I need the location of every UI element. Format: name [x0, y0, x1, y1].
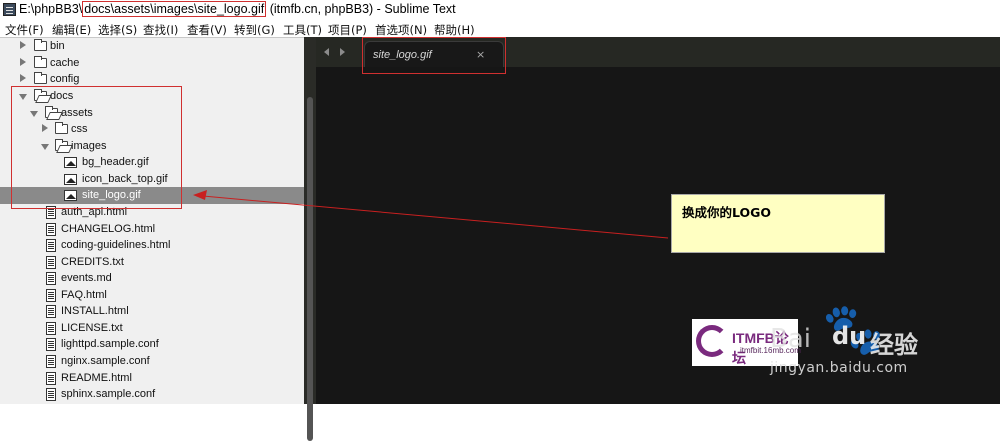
tree-file-license[interactable]: LICENSE.txt — [0, 320, 304, 337]
title-path-prefix: E:\phpBB3\ — [19, 2, 83, 16]
sublime-app-icon — [3, 3, 16, 16]
tree-file-events[interactable]: events.md — [0, 270, 304, 287]
tree-label: cache — [50, 57, 80, 69]
tree-label: events.md — [61, 272, 112, 284]
tree-file-credits[interactable]: CREDITS.txt — [0, 254, 304, 271]
document-file-icon — [46, 372, 56, 385]
tree-file-readme[interactable]: README.html — [0, 370, 304, 387]
document-file-icon — [46, 289, 56, 302]
tree-file-lighttpd-conf[interactable]: lighttpd.sample.conf — [0, 336, 304, 353]
tree-label: LICENSE.txt — [61, 322, 123, 334]
document-file-icon — [46, 305, 56, 318]
baidu-bai: Bai — [770, 324, 811, 354]
sidebar-scrollbar[interactable] — [304, 37, 316, 441]
callout-text: 换成你的LOGO — [682, 205, 772, 220]
tree-label: bin — [50, 40, 65, 52]
document-file-icon — [46, 388, 56, 401]
baidu-du: du — [832, 322, 867, 350]
tree-folder-cache[interactable]: cache — [0, 55, 304, 72]
baidu-jingyan-watermark: 🐾 Bai du 经验 jingyan.baidu.com — [770, 300, 1000, 390]
tree-label: CREDITS.txt — [61, 256, 124, 268]
tree-label: README.html — [61, 372, 132, 384]
menu-help[interactable]: 帮助(H) — [434, 22, 475, 38]
baidu-jingyan-text: 经验 — [870, 331, 918, 359]
document-file-icon — [46, 355, 56, 368]
chevron-right-icon[interactable] — [20, 74, 26, 82]
menu-find[interactable]: 查找(I) — [143, 22, 178, 38]
document-file-icon — [46, 256, 56, 269]
tree-file-coding-guidelines[interactable]: coding-guidelines.html — [0, 237, 304, 254]
document-file-icon — [46, 239, 56, 252]
document-file-icon — [46, 272, 56, 285]
tree-label: lighttpd.sample.conf — [61, 338, 159, 350]
tab-scroll-left-icon[interactable] — [324, 48, 329, 56]
tree-label: INSTALL.html — [61, 305, 129, 317]
tree-file-nginx-conf[interactable]: nginx.sample.conf — [0, 353, 304, 370]
annotation-highlight-tab — [362, 37, 506, 74]
window-titlebar: E:\phpBB3\ docs\assets\images\site_logo.g… — [0, 0, 1000, 20]
tree-folder-bin[interactable]: bin — [0, 38, 304, 55]
itmfb-logo-icon — [696, 325, 728, 357]
scrollbar-thumb[interactable] — [307, 97, 313, 441]
menu-file[interactable]: 文件(F) — [5, 22, 44, 38]
menu-preferences[interactable]: 首选项(N) — [375, 22, 427, 38]
tree-file-install[interactable]: INSTALL.html — [0, 303, 304, 320]
folder-icon — [34, 39, 47, 51]
document-file-icon — [46, 223, 56, 236]
chevron-right-icon[interactable] — [20, 58, 26, 66]
document-file-icon — [46, 338, 56, 351]
tree-label: config — [50, 73, 80, 85]
tree-file-changelog[interactable]: CHANGELOG.html — [0, 221, 304, 238]
tab-scroll-right-icon[interactable] — [340, 48, 345, 56]
tree-label: nginx.sample.conf — [61, 355, 150, 367]
tree-file-faq[interactable]: FAQ.html — [0, 287, 304, 304]
tree-label: sphinx.sample.conf — [61, 388, 156, 400]
window-title: E:\phpBB3\ docs\assets\images\site_logo.g… — [19, 1, 456, 17]
tree-label: CHANGELOG.html — [61, 223, 156, 235]
menu-project[interactable]: 项目(P) — [328, 22, 367, 38]
tree-file-sphinx-conf[interactable]: sphinx.sample.conf — [0, 386, 304, 403]
annotation-callout: 换成你的LOGO — [671, 194, 885, 253]
menu-tools[interactable]: 工具(T) — [283, 22, 322, 38]
tree-label: FAQ.html — [61, 289, 107, 301]
folder-icon — [34, 72, 47, 84]
folder-icon — [34, 56, 47, 68]
document-file-icon — [46, 322, 56, 335]
tree-label: coding-guidelines.html — [61, 239, 171, 251]
title-path-highlight: docs\assets\images\site_logo.gif — [82, 1, 267, 17]
chevron-right-icon[interactable] — [20, 41, 26, 49]
menu-view[interactable]: 查看(V) — [187, 22, 227, 38]
menu-goto[interactable]: 转到(G) — [234, 22, 275, 38]
annotation-highlight-files — [11, 86, 182, 209]
title-path-suffix: (itmfb.cn, phpBB3) - Sublime Text — [266, 2, 456, 16]
baidu-site-url: jingyan.baidu.com — [770, 360, 908, 376]
menu-selection[interactable]: 选择(S) — [98, 22, 137, 38]
menu-edit[interactable]: 编辑(E) — [52, 22, 91, 38]
